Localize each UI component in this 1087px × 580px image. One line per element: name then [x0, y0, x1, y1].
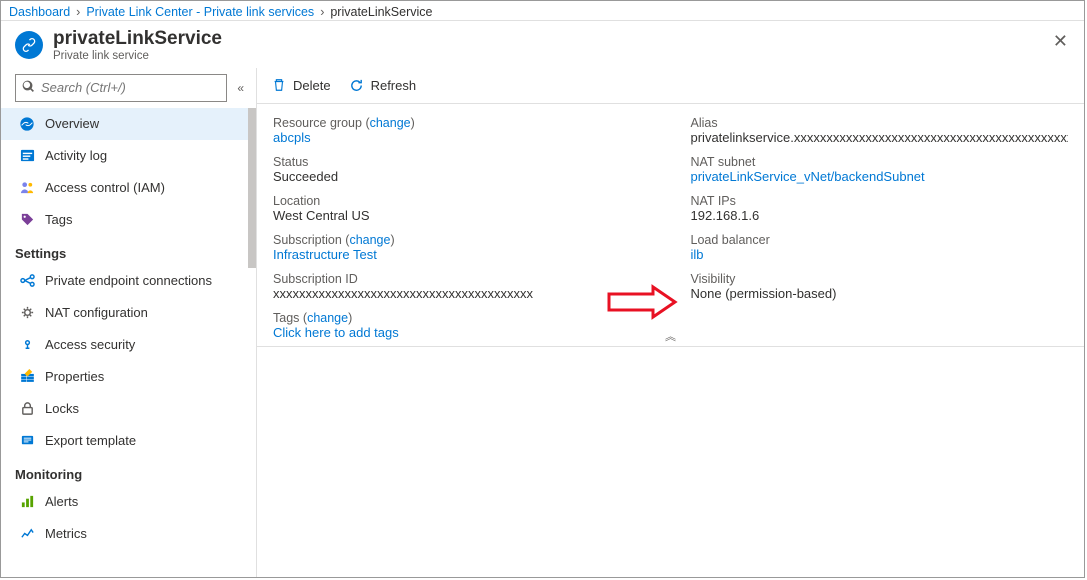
- essentials-panel: Resource group (change) abcpls Status Su…: [257, 104, 1084, 347]
- sidebar-item-label: Metrics: [45, 526, 87, 541]
- sidebar-item-activity-log[interactable]: Activity log: [1, 140, 256, 172]
- tags-label: Tags: [273, 311, 299, 325]
- chevron-right-icon: ›: [320, 5, 324, 19]
- page-title: privateLinkService: [53, 29, 222, 50]
- toolbar: Delete Refresh: [257, 68, 1084, 104]
- location-value: West Central US: [273, 208, 651, 223]
- load-balancer-value[interactable]: ilb: [691, 247, 1069, 262]
- collapse-sidebar-button[interactable]: «: [233, 77, 248, 99]
- breadcrumb: Dashboard › Private Link Center - Privat…: [1, 1, 1084, 21]
- scrollbar[interactable]: [248, 108, 256, 268]
- breadcrumb-center[interactable]: Private Link Center - Private link servi…: [86, 5, 314, 19]
- sidebar-item-label: Tags: [45, 212, 72, 227]
- nat-ips-label: NAT IPs: [691, 194, 1069, 208]
- properties-icon: [19, 369, 35, 385]
- nat-configuration-icon: [19, 305, 35, 321]
- access-control-icon: [19, 180, 35, 196]
- sidebar-item-label: Overview: [45, 116, 99, 131]
- content: Delete Refresh Resource group (change) a…: [257, 68, 1084, 577]
- sidebar-item-label: Access control (IAM): [45, 180, 165, 195]
- sidebar-item-overview[interactable]: Overview: [1, 108, 256, 140]
- tags-value[interactable]: Click here to add tags: [273, 325, 651, 340]
- sidebar-item-private-endpoint-connections[interactable]: Private endpoint connections: [1, 265, 256, 297]
- sidebar-item-label: Activity log: [45, 148, 107, 163]
- subscription-label: Subscription: [273, 233, 342, 247]
- blade-header: privateLinkService Private link service …: [1, 21, 1084, 68]
- nat-subnet-label: NAT subnet: [691, 155, 1069, 169]
- alerts-icon: [19, 494, 35, 510]
- tags-change-link[interactable]: change: [307, 311, 348, 325]
- breadcrumb-dashboard[interactable]: Dashboard: [9, 5, 70, 19]
- sidebar-item-label: Export template: [45, 433, 136, 448]
- sidebar-section-settings: Settings: [1, 236, 256, 265]
- alias-value: privatelinkservice.xxxxxxxxxxxxxxxxxxxxx…: [691, 130, 1069, 145]
- delete-icon: [271, 77, 287, 93]
- breadcrumb-current: privateLinkService: [330, 5, 432, 19]
- subscription-change-link[interactable]: change: [349, 233, 390, 247]
- sidebar-item-properties[interactable]: Properties: [1, 361, 256, 393]
- sidebar-section-monitoring: Monitoring: [1, 457, 256, 486]
- refresh-label: Refresh: [371, 78, 417, 93]
- alias-label: Alias: [691, 116, 1069, 130]
- resource-group-label: Resource group: [273, 116, 362, 130]
- location-label: Location: [273, 194, 651, 208]
- tags-icon: [19, 212, 35, 228]
- private-link-icon: [19, 116, 35, 132]
- close-button[interactable]: ✕: [1047, 29, 1074, 54]
- collapse-essentials-button[interactable]: ︽: [665, 328, 676, 344]
- sidebar: « Overview Activity log: [1, 68, 257, 577]
- export-template-icon: [19, 433, 35, 449]
- search-box[interactable]: [15, 74, 227, 102]
- sidebar-item-label: Properties: [45, 369, 104, 384]
- activity-log-icon: [19, 148, 35, 164]
- nat-ips-value: 192.168.1.6: [691, 208, 1069, 223]
- locks-icon: [19, 401, 35, 417]
- sidebar-item-nat-configuration[interactable]: NAT configuration: [1, 297, 256, 329]
- refresh-icon: [349, 77, 365, 93]
- visibility-label: Visibility: [691, 272, 1069, 286]
- access-security-icon: [19, 337, 35, 353]
- private-link-service-icon: [15, 31, 43, 59]
- sidebar-item-access-security[interactable]: Access security: [1, 329, 256, 361]
- resource-group-value[interactable]: abcpls: [273, 130, 651, 145]
- endpoint-connections-icon: [19, 273, 35, 289]
- status-label: Status: [273, 155, 651, 169]
- sidebar-item-label: Access security: [45, 337, 135, 352]
- subscription-id-label: Subscription ID: [273, 272, 651, 286]
- delete-button[interactable]: Delete: [271, 77, 331, 93]
- sidebar-item-tags[interactable]: Tags: [1, 204, 256, 236]
- sidebar-item-label: Private endpoint connections: [45, 273, 212, 288]
- sidebar-item-export-template[interactable]: Export template: [1, 425, 256, 457]
- status-value: Succeeded: [273, 169, 651, 184]
- nav: Overview Activity log Access control (IA…: [1, 108, 256, 577]
- search-input[interactable]: [41, 80, 220, 95]
- nat-subnet-value[interactable]: privateLinkService_vNet/backendSubnet: [691, 169, 1069, 184]
- sidebar-item-label: Locks: [45, 401, 79, 416]
- delete-label: Delete: [293, 78, 331, 93]
- refresh-button[interactable]: Refresh: [349, 77, 417, 93]
- sidebar-item-label: NAT configuration: [45, 305, 148, 320]
- page-subtitle: Private link service: [53, 50, 222, 62]
- resource-group-change-link[interactable]: change: [370, 116, 411, 130]
- sidebar-item-label: Alerts: [45, 494, 78, 509]
- metrics-icon: [19, 526, 35, 542]
- subscription-value[interactable]: Infrastructure Test: [273, 247, 651, 262]
- sidebar-item-metrics[interactable]: Metrics: [1, 518, 256, 550]
- chevron-right-icon: ›: [76, 5, 80, 19]
- load-balancer-label: Load balancer: [691, 233, 1069, 247]
- sidebar-item-alerts[interactable]: Alerts: [1, 486, 256, 518]
- visibility-value: None (permission-based): [691, 286, 1069, 301]
- sidebar-item-access-control[interactable]: Access control (IAM): [1, 172, 256, 204]
- subscription-id-value: xxxxxxxxxxxxxxxxxxxxxxxxxxxxxxxxxxxxxxxx: [273, 286, 651, 301]
- search-icon: [22, 80, 35, 96]
- sidebar-item-locks[interactable]: Locks: [1, 393, 256, 425]
